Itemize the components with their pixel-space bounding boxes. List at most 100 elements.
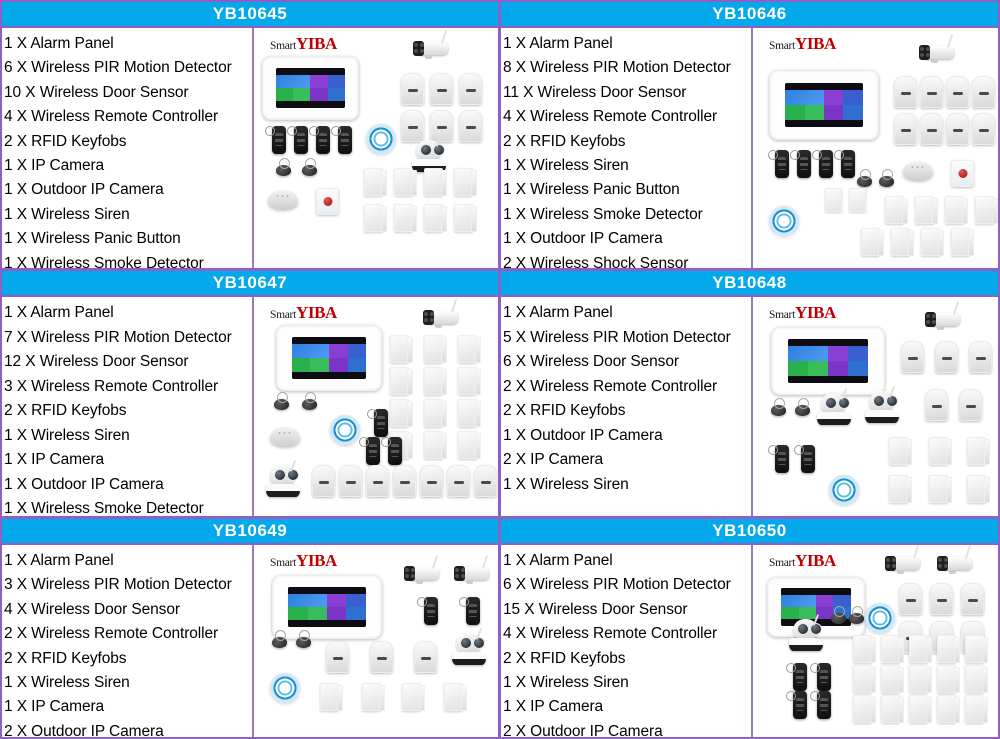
rfid-keyfob-icon [831,606,846,624]
wireless-siren-icon [829,475,859,505]
product-body: 1 X Alarm Panel 7 X Wireless PIR Motion … [2,297,498,516]
outdoor-ip-camera-icon [921,301,969,333]
outdoor-ip-camera-icon [400,555,448,587]
spec-item: 2 X RFID Keyfobs [4,649,127,667]
door-sensor-icon [424,335,447,363]
spec-item: 2 X RFID Keyfobs [503,402,626,419]
remote-controller-icon [812,150,833,178]
door-sensor-icon [945,196,968,224]
spec-item: 2 X Wireless Remote Controller [503,377,718,395]
product-cell-yb10646[interactable]: YB10646 1 X Alarm Panel 8 X Wireless PIR… [500,0,1000,270]
brand-name: YIBA [794,303,836,322]
remote-controller-icon [810,691,831,719]
spec-item: 1 X Alarm Panel [503,35,613,52]
pir-detector-icon [326,641,349,673]
door-sensor-icon [390,335,413,363]
pir-detector-icon [969,341,992,373]
product-cell-yb10647[interactable]: YB10647 1 X Alarm Panel 7 X Wireless PIR… [0,270,500,518]
brand-name: YIBA [794,34,836,53]
rfid-keyfob-icon [296,630,311,648]
door-sensor-icon [454,168,477,196]
spec-item: 1 X Wireless Panic Button [503,181,680,199]
ip-camera-icon [817,388,851,426]
door-sensor-icon [362,683,385,711]
spec-item: 2 X Outdoor IP Camera [4,722,164,737]
rfid-keyfob-icon [274,392,289,410]
wireless-siren-icon [330,415,360,445]
pir-detector-icon [959,389,982,421]
product-cell-yb10650[interactable]: YB10650 1 X Alarm Panel 6 X Wireless PIR… [500,518,1000,739]
brand-prefix: Smart [270,40,296,52]
rfid-keyfob-icon [879,169,894,187]
brand-name: YIBA [295,303,337,322]
remote-controller-icon [381,437,402,465]
door-sensor-icon [444,683,467,711]
pir-detector-icon [930,583,953,615]
spec-item: 1 X Wireless Panic Button [4,230,181,248]
pir-detector-icon [899,583,922,615]
spec-item: 1 X IP Camera [4,451,105,468]
door-sensor-icon [965,695,988,723]
brand-prefix: Smart [270,557,296,569]
door-sensor-icon [454,204,477,232]
brand-name: YIBA [794,551,836,570]
spec-item: 1 X IP Camera [4,157,105,175]
remote-controller-icon [359,437,380,465]
remote-controller-icon [331,126,352,154]
spec-item: 2 X Outdoor IP Camera [503,722,663,737]
door-sensor-icon [424,204,447,232]
pir-detector-icon [420,465,443,497]
product-cell-yb10645[interactable]: YB10645 1 X Alarm Panel 6 X Wireless PIR… [0,0,500,270]
spec-item: 1 X Wireless Smoke Detector [4,254,204,268]
spec-item: 1 X IP Camera [503,698,604,716]
door-sensor-icon [364,204,387,232]
spec-item: 11 X Wireless Door Sensor [503,83,687,101]
spec-item: 4 X Wireless Door Sensor [4,600,180,618]
pir-detector-icon [474,465,497,497]
remote-controller-icon [459,597,480,625]
spec-item: 1 X Wireless Smoke Detector [503,205,703,223]
spec-item: 1 X Wireless Siren [503,157,629,175]
product-photo: SmartYIBA [254,28,498,268]
spec-item: 1 X Alarm Panel [503,304,613,321]
remote-controller-icon [834,150,855,178]
spec-item: 2 X Wireless Remote Controller [4,625,219,643]
product-body: 1 X Alarm Panel 8 X Wireless PIR Motion … [501,28,998,268]
spec-list: 1 X Alarm Panel 6 X Wireless PIR Motion … [501,545,753,737]
spec-list: 1 X Alarm Panel 3 X Wireless PIR Motion … [2,545,254,737]
product-model-header: YB10649 [2,519,498,545]
spec-item: 4 X Wireless Remote Controller [503,108,718,126]
remote-controller-icon [786,663,807,691]
door-sensor-icon [967,437,990,465]
ip-camera-icon [865,386,899,424]
remote-controller-icon [367,409,388,437]
spec-item: 10 X Wireless Door Sensor [4,83,189,101]
door-sensor-icon [424,168,447,196]
door-sensor-icon [965,665,988,693]
spec-item: 1 X Wireless Siren [4,674,130,692]
pir-detector-icon [961,583,984,615]
spec-item: 1 X Outdoor IP Camera [503,426,663,444]
pir-detector-icon [920,76,943,108]
product-photo: SmartYIBA [753,545,998,737]
ip-camera-icon [789,614,823,652]
spec-item: 6 X Wireless PIR Motion Detector [4,59,232,77]
door-sensor-icon [881,665,904,693]
product-body: 1 X Alarm Panel 3 X Wireless PIR Motion … [2,545,498,737]
shock-sensor-icon [825,188,842,212]
door-sensor-icon [889,437,912,465]
product-cell-yb10648[interactable]: YB10648 1 X Alarm Panel 5 X Wireless PIR… [500,270,1000,518]
rfid-keyfob-icon [302,392,317,410]
ip-camera-icon [266,460,300,498]
panic-button-icon [951,160,974,187]
spec-item: 1 X Wireless Siren [4,426,130,444]
product-model-header: YB10650 [501,519,998,545]
pir-detector-icon [401,110,424,142]
spec-item: 2 X IP Camera [503,451,604,468]
wireless-siren-icon [865,603,895,633]
spec-item: 3 X Wireless PIR Motion Detector [4,576,232,594]
pir-detector-icon [366,465,389,497]
spec-list: 1 X Alarm Panel 5 X Wireless PIR Motion … [501,297,753,516]
product-cell-yb10649[interactable]: YB10649 1 X Alarm Panel 3 X Wireless PIR… [0,518,500,739]
product-photo: SmartYIBA [254,297,498,516]
